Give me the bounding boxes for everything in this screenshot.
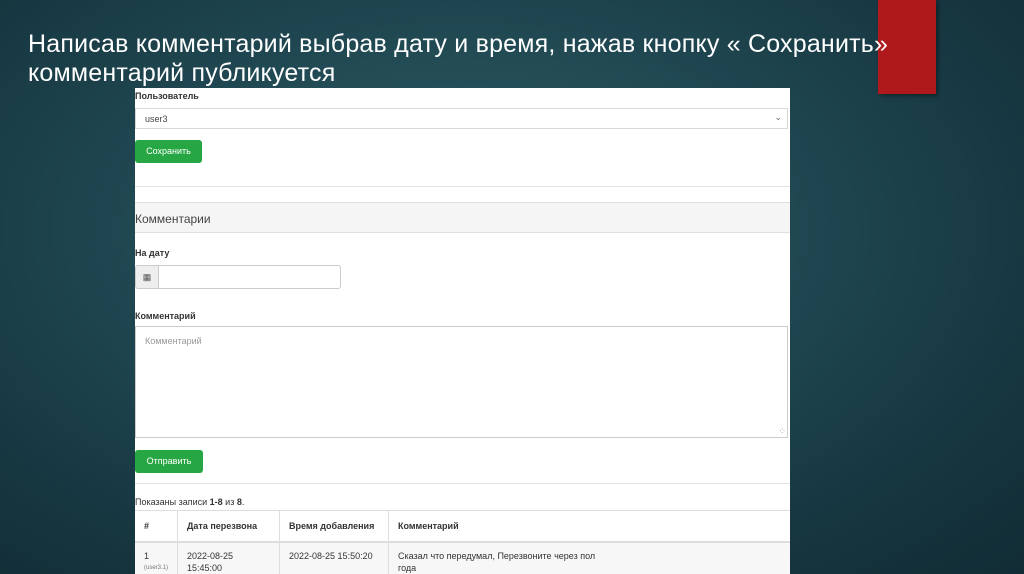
date-picker: ▦ [135, 265, 341, 289]
comment-placeholder: Комментарий [145, 336, 202, 346]
column-header-number[interactable]: # [135, 510, 179, 543]
row-number: 1 [144, 551, 150, 561]
column-header-added-time[interactable]: Время добавления [279, 510, 390, 543]
cell-comment: Сказал что передумал, Перезвоните через … [388, 542, 790, 574]
user-label: Пользователь [135, 91, 199, 101]
divider [135, 483, 790, 484]
callback-time: 15:45:00 [187, 563, 223, 573]
comments-table: # Дата перезвона Время добавления Коммен… [135, 510, 790, 574]
comment-textarea[interactable]: Комментарий ⁘ [135, 326, 788, 438]
column-header-callback-date[interactable]: Дата перезвона [177, 510, 281, 543]
comment-text-line-1: Сказал что передумал, Перезвоните через … [398, 551, 596, 561]
cell-callback-date: 2022-08-25 15:45:00 [177, 542, 281, 574]
cell-number: 1 (user3.1) [135, 542, 179, 574]
summary-range: 1-8 [209, 497, 223, 507]
column-header-comment[interactable]: Комментарий [388, 510, 790, 543]
calendar-icon[interactable]: ▦ [135, 265, 159, 289]
save-button[interactable]: Сохранить [135, 140, 202, 163]
cell-added-time: 2022-08-25 15:50:20 [279, 542, 390, 574]
table-header-row: # Дата перезвона Время добавления Коммен… [135, 510, 790, 543]
row-number-sub: (user3.1) [144, 565, 169, 571]
date-input[interactable] [158, 265, 341, 289]
date-label: На дату [135, 248, 170, 258]
comment-label: Комментарий [135, 311, 196, 321]
slide-title-line-1: Написав комментарий выбрав дату и время,… [28, 30, 889, 58]
comments-panel-title: Комментарии [135, 212, 211, 226]
records-summary: Показаны записи 1-8 из 8. [135, 497, 244, 507]
summary-suffix: . [241, 497, 245, 507]
divider [135, 186, 790, 187]
user-select[interactable]: user3 ⌄ [135, 108, 788, 129]
summary-prefix: Показаны записи [135, 497, 210, 507]
comment-text-line-2: года [398, 563, 417, 573]
summary-middle: из [222, 497, 237, 507]
resize-grip-icon[interactable]: ⁘ [778, 426, 786, 437]
comments-panel-header: Комментарии [135, 202, 790, 233]
slide-title: Написав комментарий выбрав дату и время,… [28, 30, 1018, 88]
slide-title-line-2: комментарий публикуется [28, 59, 336, 87]
app-screenshot: Пользователь user3 ⌄ Сохранить Комментар… [135, 88, 790, 574]
chevron-down-icon: ⌄ [774, 112, 782, 122]
submit-button[interactable]: Отправить [135, 450, 203, 473]
user-select-value: user3 [145, 114, 168, 124]
callback-date: 2022-08-25 [187, 551, 234, 561]
table-row: 1 (user3.1) 2022-08-25 15:45:00 2022-08-… [135, 542, 790, 574]
